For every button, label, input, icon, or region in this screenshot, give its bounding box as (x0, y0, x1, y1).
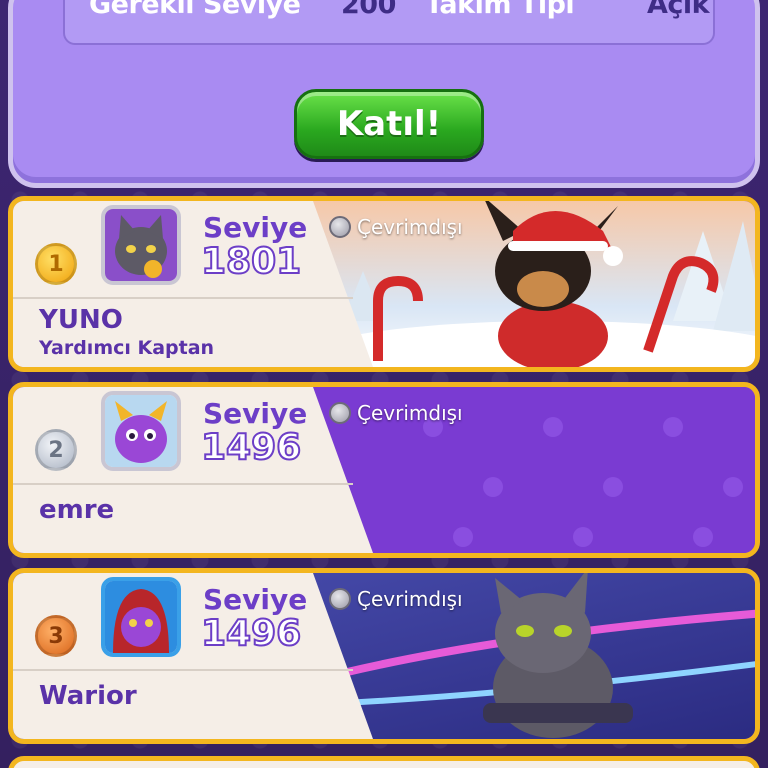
required-level-value: 200 (341, 0, 396, 20)
required-level-label: Gerekli Seviye (89, 0, 301, 20)
rank-bronze-medal-icon: 3 (35, 615, 77, 657)
member-card[interactable]: 3 Seviye 1496 Warior Çevrimdışı (8, 568, 760, 744)
rank-silver-medal-icon: 2 (35, 429, 77, 471)
team-info-box: Gerekli Seviye 200 Takım Tipi Açık (63, 0, 715, 45)
card-divider (13, 297, 353, 299)
offline-dot-icon (329, 588, 351, 610)
online-status: Çevrimdışı (329, 215, 463, 239)
dragon-avatar-icon[interactable] (101, 391, 181, 471)
player-name: YUNO (39, 305, 123, 335)
status-text: Çevrimdışı (357, 215, 463, 239)
join-button[interactable]: Katıl! (294, 89, 484, 159)
rank-gold-medal-icon: 1 (35, 243, 77, 285)
level-value: 1801 (200, 240, 302, 283)
status-text: Çevrimdışı (357, 401, 463, 425)
cat-avatar-icon[interactable] (101, 205, 181, 285)
team-type-value: Açık (647, 0, 710, 20)
offline-dot-icon (329, 216, 351, 238)
online-status: Çevrimdışı (329, 401, 463, 425)
member-card-partial[interactable] (8, 756, 760, 768)
hooded-dragon-avatar-icon[interactable] (101, 577, 181, 657)
level-label: Seviye (203, 583, 308, 616)
status-text: Çevrimdışı (357, 587, 463, 611)
level-value: 1496 (200, 426, 302, 469)
player-role: Yardımcı Kaptan (39, 337, 215, 359)
player-name: Warior (39, 681, 137, 711)
member-card[interactable]: 1 Seviye 1801 YUNO Yardımcı Kaptan Çevri… (8, 196, 760, 372)
card-divider (13, 669, 353, 671)
online-status: Çevrimdışı (329, 587, 463, 611)
offline-dot-icon (329, 402, 351, 424)
level-label: Seviye (203, 397, 308, 430)
card-divider (13, 483, 353, 485)
level-label: Seviye (203, 211, 308, 244)
level-value: 1496 (200, 612, 302, 655)
team-type-label: Takım Tipi (425, 0, 575, 20)
team-info-panel: Gerekli Seviye 200 Takım Tipi Açık Katıl… (8, 0, 760, 188)
player-name: emre (39, 495, 115, 525)
member-card[interactable]: 2 Seviye 1496 emre Çevrimdışı (8, 382, 760, 558)
